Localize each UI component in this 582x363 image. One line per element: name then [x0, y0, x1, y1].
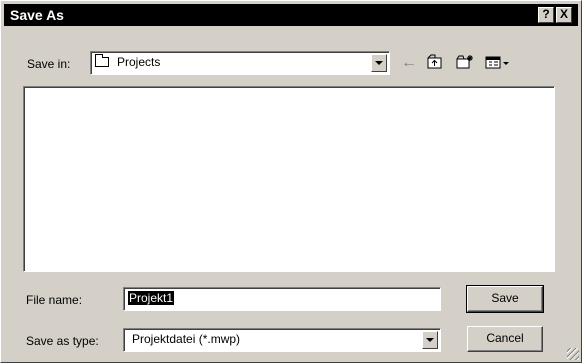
folder-icon	[95, 54, 109, 67]
new-folder-icon[interactable]	[455, 54, 475, 72]
file-name-field[interactable]: Projekt1	[123, 287, 441, 311]
save-as-type-dropdown-button[interactable]	[422, 331, 438, 349]
file-name-label: File name:	[26, 293, 83, 307]
view-menu-icon[interactable]	[485, 54, 511, 72]
help-button[interactable]: ?	[538, 7, 554, 23]
title-bar[interactable]: Save As ? X	[4, 4, 578, 26]
save-as-dialog: Save As ? X Save in: Projects ← File nam…	[0, 0, 582, 363]
save-as-type-dropdown[interactable]: Projektdatei (*.mwp)	[123, 328, 441, 352]
resize-grip[interactable]	[567, 348, 579, 360]
save-button[interactable]: Save	[466, 285, 544, 313]
save-as-type-label: Save as type:	[26, 334, 99, 348]
file-list[interactable]	[23, 86, 555, 272]
close-button[interactable]: X	[556, 7, 572, 23]
save-in-label: Save in:	[27, 57, 71, 71]
cancel-button[interactable]: Cancel	[467, 326, 543, 352]
window-title: Save As	[10, 7, 64, 23]
save-in-dropdown-button[interactable]	[371, 54, 387, 72]
file-name-value: Projekt1	[128, 291, 175, 305]
save-as-type-value: Projektdatei (*.mwp)	[132, 332, 241, 346]
back-arrow-icon[interactable]: ←	[399, 54, 419, 72]
save-in-value: Projects	[117, 55, 161, 69]
up-folder-icon[interactable]	[425, 54, 445, 72]
save-in-dropdown[interactable]: Projects	[90, 51, 390, 75]
